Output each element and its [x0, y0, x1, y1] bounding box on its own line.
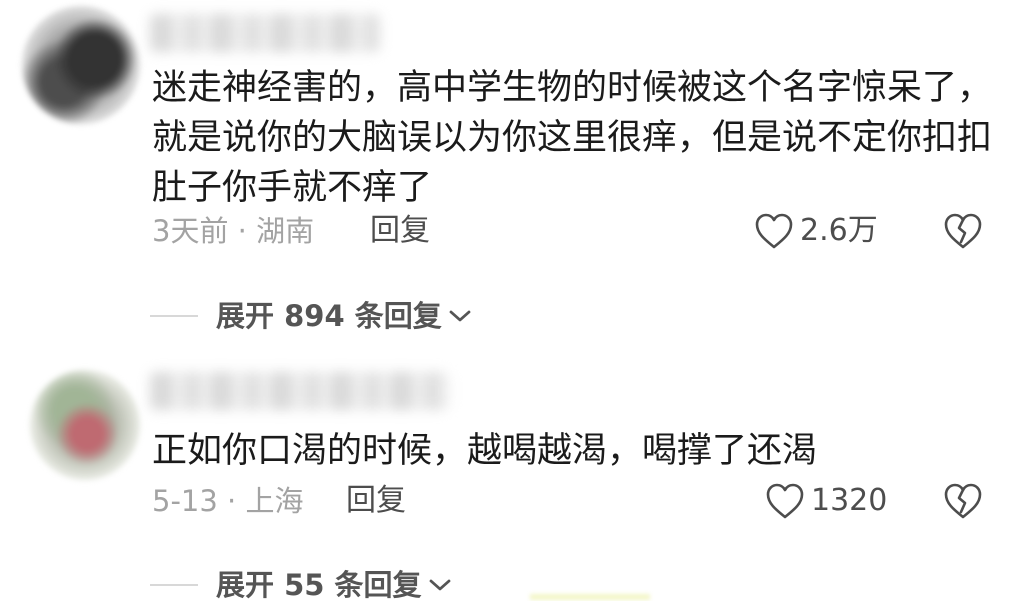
- expand-replies-label: 展开 894 条回复: [216, 299, 442, 333]
- heart-outline-icon: [765, 482, 805, 520]
- chevron-down-icon: [422, 575, 454, 595]
- next-item-hint: [530, 594, 650, 600]
- comment-item: 正如你口渴的时候，越喝越渴，喝撑了还渴 5-13 · 上海 回复 1320 展开…: [0, 350, 1024, 601]
- like-button[interactable]: 1320: [765, 481, 887, 521]
- reply-button[interactable]: 回复: [346, 481, 406, 521]
- like-count: 1320: [811, 483, 888, 518]
- divider-line: [150, 315, 198, 317]
- expand-replies-button[interactable]: 展开 55 条回复: [150, 565, 454, 601]
- expand-replies-button[interactable]: 展开 894 条回复: [150, 296, 474, 336]
- expand-replies-label: 展开 55 条回复: [216, 568, 422, 601]
- comment-meta: 3天前 · 湖南: [152, 214, 315, 248]
- broken-heart-icon: [943, 212, 983, 250]
- comment-text: 正如你口渴的时候，越喝越渴，喝撑了还渴: [152, 431, 818, 471]
- avatar[interactable]: [22, 6, 140, 124]
- dislike-button[interactable]: [943, 482, 983, 520]
- comment-item: 迷走神经害的，高中学生物的时候被这个名字惊呆了，就是说你的大脑误以为你这里很痒，…: [0, 0, 1024, 350]
- username-redacted: [150, 14, 380, 52]
- like-count: 2.6万: [800, 213, 878, 248]
- comment-list: 迷走神经害的，高中学生物的时候被这个名字惊呆了，就是说你的大脑误以为你这里很痒，…: [0, 0, 1024, 601]
- broken-heart-icon: [943, 482, 983, 520]
- chevron-down-icon: [442, 306, 474, 326]
- comment-meta: 5-13 · 上海: [152, 484, 304, 518]
- like-button[interactable]: 2.6万: [754, 211, 878, 251]
- heart-outline-icon: [754, 212, 794, 250]
- dislike-button[interactable]: [943, 212, 983, 250]
- avatar[interactable]: [30, 370, 140, 480]
- reply-button[interactable]: 回复: [370, 211, 430, 251]
- comment-text: 迷走神经害的，高中学生物的时候被这个名字惊呆了，就是说你的大脑误以为你这里很痒，…: [152, 68, 993, 208]
- divider-line: [150, 584, 198, 586]
- username-redacted: [150, 372, 450, 410]
